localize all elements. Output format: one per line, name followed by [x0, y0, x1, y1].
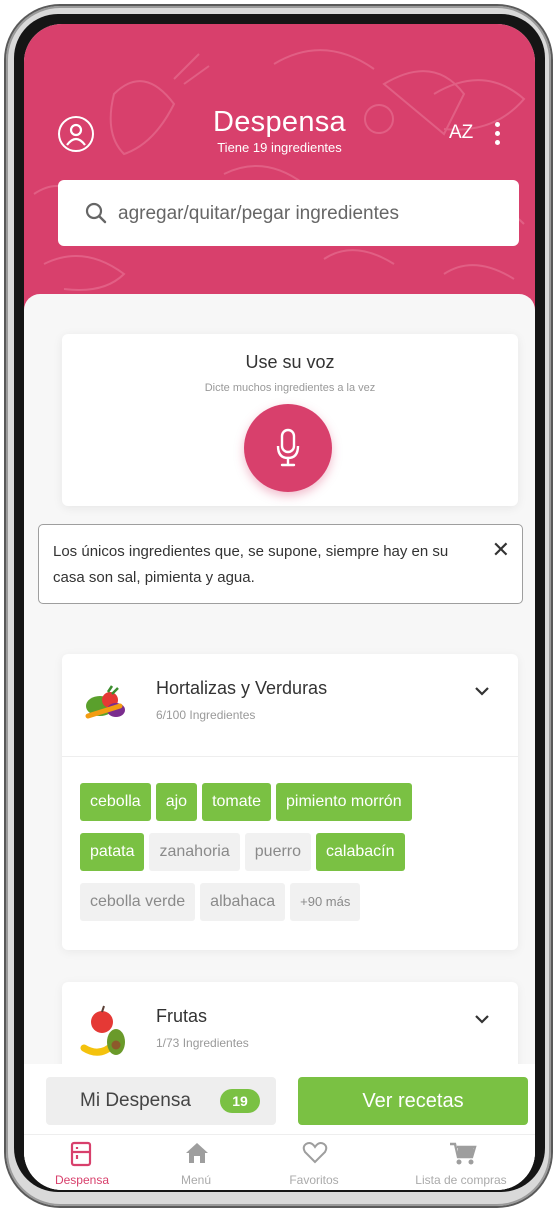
home-icon	[186, 1143, 208, 1163]
tab-pantry[interactable]: Despensa	[24, 1135, 142, 1190]
close-icon[interactable]: ✕	[492, 539, 510, 561]
ingredient-tag[interactable]: tomate	[202, 783, 271, 821]
ingredient-tag-list: cebolla ajo tomate pimiento morrón patata zan…	[62, 757, 518, 953]
ingredient-tag[interactable]: cebolla	[80, 783, 151, 821]
chevron-down-icon[interactable]	[474, 1014, 490, 1024]
category-header-vegetables[interactable]: Hortalizas y Verduras 6/100 Ingredientes	[62, 654, 518, 756]
vegetables-icon	[85, 685, 125, 719]
bottom-tab-bar: Despensa Menú Favoritos Lista de compras	[24, 1134, 535, 1190]
food-doodles-background	[33, 49, 526, 291]
tab-label: Menú	[180, 1173, 212, 1187]
search-input[interactable]	[116, 180, 510, 248]
voice-title: Use su voz	[245, 352, 335, 372]
app-screen: Despensa Tiene 19 ingredientes AZ Use su…	[24, 24, 535, 1190]
heart-icon	[302, 1142, 328, 1164]
tab-label: Favoritos	[289, 1173, 339, 1187]
pantry-icon	[70, 1141, 92, 1167]
header: Despensa Tiene 19 ingredientes AZ	[24, 24, 535, 324]
category-card-vegetables: Hortalizas y Verduras 6/100 Ingredientes…	[62, 654, 518, 950]
voice-input-card: Use su voz Dicte muchos ingredientes a l…	[62, 334, 518, 506]
my-pantry-button[interactable]: Mi Despensa 19	[46, 1077, 276, 1125]
tab-shopping-list[interactable]: Lista de compras	[401, 1135, 521, 1190]
ingredient-tag[interactable]: albahaca	[200, 883, 286, 921]
notice-text: Los únicos ingredientes que, se supone, …	[53, 543, 449, 586]
cart-icon	[450, 1142, 477, 1165]
category-count: 1/73 Ingredientes	[156, 1036, 249, 1050]
tab-favorites[interactable]: Favoritos	[254, 1135, 374, 1190]
category-count: 6/100 Ingredientes	[156, 708, 256, 722]
basic-ingredients-notice: Los únicos ingredientes que, se supone, …	[38, 524, 523, 604]
ingredient-tag[interactable]: cebolla verde	[80, 883, 196, 921]
ingredient-tag[interactable]: calabacín	[316, 833, 405, 871]
tab-menu[interactable]: Menú	[136, 1135, 256, 1190]
category-name: Hortalizas y Verduras	[156, 678, 328, 698]
ingredient-tag[interactable]: pimiento morrón	[275, 783, 412, 821]
search-bar[interactable]	[58, 180, 519, 248]
my-pantry-label: Mi Despensa	[80, 1090, 191, 1111]
more-options-icon[interactable]	[493, 122, 501, 148]
pantry-count-badge: 19	[220, 1089, 260, 1113]
view-recipes-button[interactable]: Ver recetas	[298, 1077, 528, 1125]
show-more-ingredients[interactable]: +90 más	[290, 883, 361, 921]
action-bar: Mi Despensa 19 Ver recetas	[24, 1064, 535, 1134]
tab-label: Lista de compras	[415, 1173, 507, 1187]
sort-az-button[interactable]: AZ	[449, 122, 473, 144]
category-name: Frutas	[156, 1006, 208, 1026]
ingredient-tag[interactable]: puerro	[244, 833, 312, 871]
voice-subtitle: Dicte muchos ingredientes a la vez	[204, 382, 376, 394]
pantry-content: Use su voz Dicte muchos ingredientes a l…	[24, 294, 535, 1190]
ingredient-tag[interactable]: ajo	[155, 783, 198, 821]
microphone-icon	[276, 428, 300, 467]
search-icon	[85, 202, 107, 224]
ingredient-tag[interactable]: patata	[80, 833, 145, 871]
chevron-down-icon[interactable]	[474, 686, 490, 696]
fruits-icon	[80, 1005, 125, 1056]
tab-label: Despensa	[54, 1173, 110, 1187]
microphone-button[interactable]	[244, 404, 332, 492]
ingredient-tag[interactable]: zanahoria	[149, 833, 240, 871]
